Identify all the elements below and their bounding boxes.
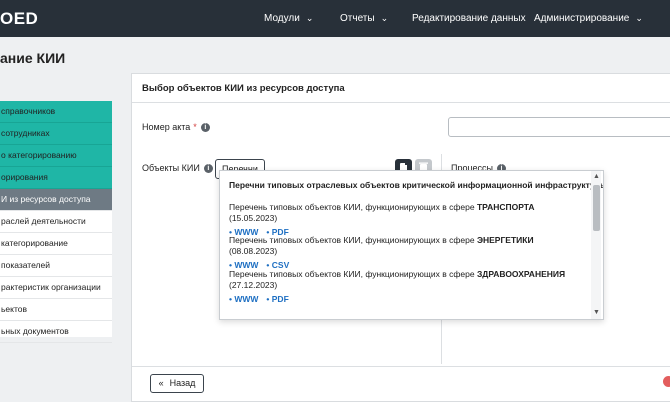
link-www[interactable]: • WWW (229, 294, 258, 304)
perechni-dropdown: Перечни типовых отраслевых объектов крит… (219, 170, 604, 320)
dropdown-header: Перечни типовых отраслевых объектов крит… (229, 180, 604, 190)
scrollbar-thumb[interactable] (593, 185, 600, 231)
card-title: Выбор объектов КИИ из ресурсов доступа (142, 83, 345, 94)
notification-dot[interactable] (663, 376, 670, 387)
nav-label: Отчеты (340, 13, 375, 24)
nav-edit-data[interactable]: Редактирование данных (412, 13, 526, 24)
sidebar: справочников сотрудниках о категорирован… (0, 101, 112, 343)
sidebar-item[interactable]: рактеристик организации (0, 277, 112, 299)
act-number-label: Номер акта * i (142, 122, 210, 133)
nav-administration[interactable]: Администрирование ⌄ (534, 13, 643, 24)
sidebar-item[interactable]: сотрудниках (0, 123, 112, 145)
sidebar-item[interactable]: справочников (0, 101, 112, 123)
list-item: Перечень типовых объектов КИИ, функциони… (229, 235, 584, 271)
double-chevron-left-icon: « (158, 378, 164, 388)
link-pdf[interactable]: • PDF (266, 294, 288, 304)
sidebar-item[interactable]: раслей деятельности (0, 211, 112, 233)
chevron-down-icon: ⌄ (380, 13, 389, 23)
list-item: Перечень типовых объектов КИИ, функциони… (229, 269, 584, 305)
list-item: Перечень типовых объектов КИИ, функциони… (229, 202, 584, 238)
item-date: (27.12.2023) (229, 280, 278, 290)
chevron-down-icon: ⌄ (635, 13, 643, 23)
sidebar-item[interactable]: категорирование (0, 233, 112, 255)
top-navbar: OED Модули ⌄ Отчеты ⌄ Редактирование данны… (0, 0, 670, 37)
act-number-text: Номер акта (142, 122, 191, 132)
nav-reports[interactable]: Отчеты ⌄ (340, 13, 388, 24)
item-prefix: Перечень типовых объектов КИИ, функциони… (229, 235, 477, 245)
objects-label-text: Объекты КИИ (142, 163, 200, 173)
card-header: Выбор объектов КИИ из ресурсов доступа (132, 74, 670, 103)
info-icon[interactable]: i (203, 164, 213, 174)
item-date: (08.08.2023) (229, 246, 278, 256)
sidebar-item[interactable]: ьных документов (0, 321, 112, 343)
item-sphere: ЗДРАВООХРАНЕНИЯ (476, 269, 566, 279)
sidebar-item-active[interactable]: И из ресурсов доступа (0, 189, 112, 211)
act-number-input[interactable] (448, 117, 670, 137)
nav-label: Модули (264, 13, 300, 24)
sidebar-item[interactable]: орирования (0, 167, 112, 189)
info-icon[interactable]: i (200, 123, 210, 133)
nav-label: Администрирование (534, 13, 630, 24)
page-title: ание КИИ (0, 50, 66, 66)
item-prefix: Перечень типовых объектов КИИ, функциони… (229, 269, 477, 279)
item-date: (15.05.2023) (229, 213, 278, 223)
footer-divider (132, 366, 670, 367)
link-label: PDF (271, 294, 289, 304)
link-label: WWW (234, 294, 259, 304)
chevron-down-icon: ⌄ (305, 13, 314, 23)
nav-modules[interactable]: Модули ⌄ (264, 13, 313, 24)
scroll-up-icon[interactable]: ▲ (593, 173, 600, 180)
required-mark: * (193, 122, 197, 132)
nav-label: Редактирование данных (412, 13, 526, 24)
objects-label: Объекты КИИ i (142, 163, 213, 174)
back-button-label: Назад (169, 378, 196, 388)
app-logo[interactable]: OED (0, 9, 38, 29)
sidebar-item[interactable]: ьектов (0, 299, 112, 321)
item-sphere: ЭНЕРГЕТИКИ (476, 235, 534, 245)
sidebar-item[interactable]: показателей (0, 255, 112, 277)
item-prefix: Перечень типовых объектов КИИ, функциони… (229, 202, 477, 212)
scroll-down-icon[interactable]: ▼ (593, 309, 600, 316)
item-sphere: ТРАНСПОРТА (476, 202, 535, 212)
item-links: • WWW • PDF (229, 294, 584, 305)
back-button[interactable]: « Назад (150, 374, 204, 393)
sidebar-item[interactable]: о категорированию (0, 145, 112, 167)
